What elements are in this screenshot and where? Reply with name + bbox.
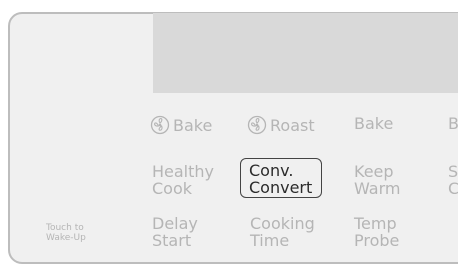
temp-probe-label-line1: Temp [354,214,397,233]
conv-convert-label-line2: Convert [249,178,313,197]
keep-warm-label-line2: Warm [354,179,401,198]
delay-start-label-line1: Delay [152,214,198,233]
keep-warm-label-line1: Keep [354,162,394,181]
cooking-time-label-line1: Cooking [250,214,315,233]
bake-button[interactable]: Bake [354,115,393,132]
healthy-cook-label-line1: Healthy [152,162,215,181]
partial-key-b-label: B [448,114,458,133]
temp-probe-label-line2: Probe [354,231,400,250]
cooking-time-button[interactable]: Cooking Time [250,215,315,249]
convection-bake-button[interactable]: Bake [150,115,212,135]
cooking-time-label-line2: Time [250,231,290,250]
display-screen [153,13,458,93]
convection-fan-icon [150,115,170,135]
conv-convert-button[interactable]: Conv. Convert [240,158,322,198]
convection-roast-button[interactable]: Roast [247,115,315,135]
partial-key-sc-line1: S [448,162,458,181]
convection-fan-icon [247,115,267,135]
convection-bake-label: Bake [173,116,213,135]
touch-to-wake-up-label: Touch to Wake-Up [46,223,86,243]
healthy-cook-label-line2: Cook [152,179,193,198]
delay-start-label-line2: Start [152,231,192,250]
partial-key-b[interactable]: B [448,115,458,132]
keep-warm-button[interactable]: Keep Warm [354,163,400,197]
temp-probe-button[interactable]: Temp Probe [354,215,399,249]
delay-start-button[interactable]: Delay Start [152,215,198,249]
healthy-cook-button[interactable]: Healthy Cook [152,163,214,197]
convection-roast-label: Roast [270,116,315,135]
partial-key-sc[interactable]: S C [448,163,458,197]
bake-label: Bake [354,114,394,133]
conv-convert-label-line1: Conv. [249,161,294,180]
partial-key-sc-line2: C [448,179,458,198]
